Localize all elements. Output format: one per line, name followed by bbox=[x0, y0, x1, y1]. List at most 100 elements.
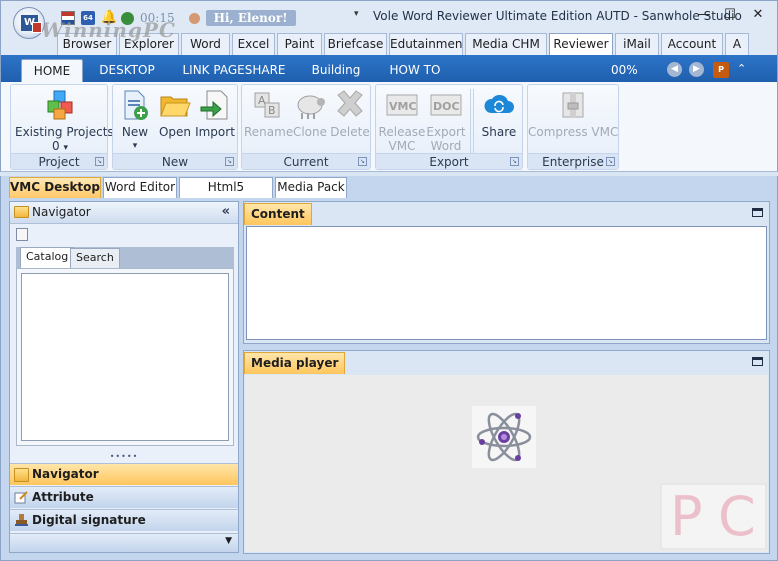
group-separator bbox=[470, 89, 471, 153]
group-separator bbox=[473, 89, 474, 153]
export-label-line2: Word bbox=[430, 139, 462, 153]
maximize-panel-icon[interactable] bbox=[752, 357, 763, 366]
window-title: Vole Word Reviewer Ultimate Edition AUTD… bbox=[373, 9, 742, 23]
dialog-launcher-icon[interactable]: ↘ bbox=[225, 157, 234, 166]
group-label-export: Export bbox=[376, 153, 522, 169]
compress-vmc-button[interactable]: Compress VMC bbox=[528, 89, 618, 139]
chevron-down-icon[interactable]: ▼ bbox=[225, 536, 232, 546]
menu-tab-media-chm[interactable]: Media CHM bbox=[465, 33, 547, 55]
time-display: 00:15 bbox=[140, 11, 175, 25]
dialog-launcher-icon[interactable]: ↘ bbox=[510, 157, 519, 166]
media-player-area[interactable]: P C bbox=[245, 375, 768, 552]
maximize-button[interactable]: ☐ bbox=[719, 5, 741, 25]
ribbon-tab-building[interactable]: Building bbox=[303, 59, 369, 82]
sheep-icon bbox=[297, 95, 325, 119]
doc-tab-media-pack[interactable]: Media Pack bbox=[275, 177, 347, 198]
delete-x-icon bbox=[337, 90, 363, 117]
menu-tab-explorer[interactable]: Explorer bbox=[119, 33, 179, 55]
menu-tab-account[interactable]: Account bbox=[661, 33, 723, 55]
svg-text:B: B bbox=[268, 104, 276, 117]
navbar-navigator[interactable]: Navigator bbox=[10, 463, 238, 485]
doc-tab-word-editor[interactable]: Word Editor bbox=[103, 177, 177, 198]
navigator-panel: Navigator « Catalog Search ••••• Navigat… bbox=[9, 201, 239, 553]
edit-pencil-icon bbox=[14, 491, 28, 504]
rename-icon: A B bbox=[254, 92, 280, 118]
doc-tab-vmc-desktop[interactable]: VMC Desktop bbox=[9, 177, 101, 198]
maximize-panel-icon[interactable] bbox=[752, 208, 763, 217]
ribbon-group-project: Existing Projects 0 ▾ Project ↘ bbox=[10, 84, 114, 170]
collapse-panel-icon[interactable]: « bbox=[222, 204, 230, 219]
collapse-ribbon-icon[interactable]: ⌃ bbox=[737, 62, 746, 75]
navbar-digital-signature[interactable]: Digital signature bbox=[10, 509, 238, 531]
share-label: Share bbox=[481, 125, 517, 139]
ribbon-tab-home[interactable]: HOME bbox=[21, 59, 83, 82]
delete-label: Delete bbox=[330, 125, 370, 139]
open-label: Open bbox=[158, 125, 192, 139]
user-avatar-icon[interactable] bbox=[188, 12, 200, 24]
bell-icon[interactable]: 🔔 bbox=[101, 11, 117, 25]
content-area[interactable] bbox=[246, 226, 767, 340]
open-button[interactable]: Open bbox=[155, 89, 195, 139]
catalog-tree[interactable] bbox=[21, 273, 229, 441]
navigator-toolbar bbox=[10, 225, 238, 245]
menu-tab-a[interactable]: A bbox=[725, 33, 749, 55]
language-flag-icon[interactable] bbox=[61, 11, 75, 25]
vmc-file-icon: VMC bbox=[386, 94, 418, 116]
clone-button[interactable]: Clone bbox=[290, 89, 330, 139]
tab-search[interactable]: Search bbox=[70, 248, 120, 268]
new-dropdown-icon[interactable]: ▾ bbox=[117, 139, 153, 153]
rename-button[interactable]: A B Rename bbox=[244, 89, 293, 139]
release-vmc-button[interactable]: VMC Release VMC bbox=[378, 89, 426, 153]
new-label: New bbox=[121, 125, 149, 139]
catalog-container bbox=[16, 268, 234, 446]
group-label-new: New bbox=[113, 153, 237, 169]
back-arrow-icon[interactable]: ◀ bbox=[667, 62, 682, 77]
existing-projects-button[interactable]: Existing Projects 0 ▾ bbox=[15, 89, 114, 155]
forward-arrow-icon[interactable]: ▶ bbox=[689, 62, 704, 77]
import-button[interactable]: Import bbox=[195, 89, 235, 139]
x64-badge-icon[interactable]: 64 bbox=[81, 11, 95, 25]
title-bar: W WinningPC 64 🔔 00:15 Hi, Elenor! ▾ Vol… bbox=[0, 0, 778, 42]
user-greeting[interactable]: Hi, Elenor! bbox=[205, 10, 296, 26]
tab-catalog[interactable]: Catalog bbox=[20, 247, 75, 268]
menu-tab-imail[interactable]: iMail bbox=[615, 33, 659, 55]
minimize-button[interactable]: — bbox=[693, 5, 715, 25]
folder-open-icon bbox=[160, 96, 191, 117]
new-button[interactable]: New ▾ bbox=[117, 89, 153, 153]
close-button[interactable]: ✕ bbox=[747, 5, 769, 25]
menu-tab-word[interactable]: Word bbox=[181, 33, 230, 55]
media-player-tab[interactable]: Media player bbox=[244, 352, 346, 374]
share-button[interactable]: Share bbox=[478, 89, 520, 139]
ribbon-tab-desktop[interactable]: DESKTOP bbox=[93, 59, 161, 82]
menu-tab-briefcase[interactable]: Briefcase bbox=[324, 33, 387, 55]
export-label-line1: Export bbox=[426, 125, 466, 139]
menu-tab-edutainment[interactable]: Edutainment bbox=[389, 33, 463, 55]
ribbon-tab-how-to[interactable]: HOW TO bbox=[381, 59, 449, 82]
navbar-attribute[interactable]: Attribute bbox=[10, 486, 238, 508]
menu-tab-excel[interactable]: Excel bbox=[232, 33, 275, 55]
navbar-overflow[interactable]: ▼ bbox=[10, 533, 238, 552]
export-word-button[interactable]: DOC Export Word bbox=[424, 89, 468, 153]
content-panel: Content bbox=[243, 201, 770, 344]
dialog-launcher-icon[interactable]: ↘ bbox=[95, 157, 104, 166]
panel-splitter[interactable]: ••••• bbox=[10, 453, 238, 462]
compress-label: Compress VMC bbox=[528, 125, 619, 139]
ribbon-tab-link-pageshare[interactable]: LINK PAGESHARE bbox=[179, 59, 289, 82]
clock-icon[interactable] bbox=[121, 11, 134, 25]
powerpoint-icon[interactable]: P bbox=[713, 62, 729, 78]
ribbon-tab-strip: HOME DESKTOP LINK PAGESHARE Building HOW… bbox=[0, 55, 778, 82]
document-icon[interactable] bbox=[16, 228, 28, 241]
delete-button[interactable]: Delete bbox=[330, 89, 370, 139]
app-menu-button[interactable]: W bbox=[13, 7, 45, 39]
svg-text:VMC: VMC bbox=[389, 100, 417, 113]
qat-customize-dropdown[interactable]: ▾ bbox=[354, 9, 359, 19]
dialog-launcher-icon[interactable]: ↘ bbox=[358, 157, 367, 166]
stamp-icon bbox=[15, 514, 28, 526]
content-tab[interactable]: Content bbox=[244, 203, 312, 225]
doc-tab-html5-designer[interactable]: Html5 Designer bbox=[179, 177, 273, 213]
menu-tab-browser[interactable]: Browser bbox=[57, 33, 117, 55]
pc-watermark: P C bbox=[660, 483, 767, 550]
menu-tab-reviewer[interactable]: Reviewer bbox=[549, 33, 613, 55]
menu-tab-paint[interactable]: Paint bbox=[277, 33, 322, 55]
dialog-launcher-icon[interactable]: ↘ bbox=[606, 157, 615, 166]
